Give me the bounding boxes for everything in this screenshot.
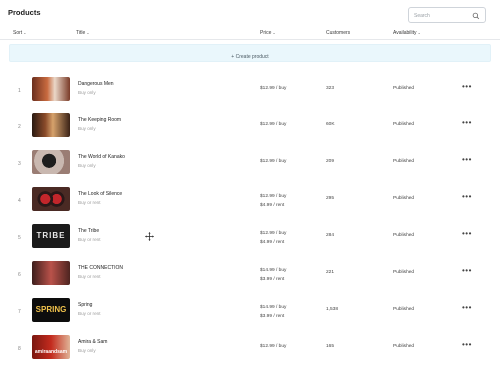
row-number: 4 xyxy=(18,198,21,204)
product-row[interactable]: 4 The Look of Silence Buy or rent $12.99… xyxy=(0,182,500,218)
product-thumbnail[interactable] xyxy=(32,187,70,211)
product-thumbnail[interactable] xyxy=(32,261,70,285)
availability-status: Published xyxy=(393,159,415,164)
price-buy: $12.99 / buy xyxy=(260,86,287,91)
availability-status: Published xyxy=(393,196,415,201)
availability-status: Published xyxy=(393,86,415,91)
product-thumbnail[interactable] xyxy=(32,77,70,101)
price-buy: $14.99 / buy xyxy=(260,305,287,310)
row-number: 5 xyxy=(18,235,21,241)
purchase-type: Buy or rent xyxy=(78,311,101,316)
product-thumbnail[interactable] xyxy=(32,113,70,137)
customers-count: 165 xyxy=(326,344,335,349)
more-options-icon[interactable]: ••• xyxy=(462,83,476,92)
product-title[interactable]: Spring xyxy=(78,302,92,308)
product-title[interactable]: The Look of Silence xyxy=(78,191,122,197)
availability-status: Published xyxy=(393,344,415,349)
table-header: Sort⌄ Title⌄ Price⌄ Customers Availabili… xyxy=(0,26,500,40)
product-row[interactable]: 2 The Keeping Room Buy only $12.99 / buy… xyxy=(0,108,500,144)
price-rent: $4.99 / rent xyxy=(260,240,285,245)
sort-column-header[interactable]: Sort⌄ xyxy=(13,30,27,36)
chevron-down-icon: ⌄ xyxy=(272,30,276,35)
price-column-header[interactable]: Price⌄ xyxy=(260,30,276,36)
row-number: 3 xyxy=(18,161,21,167)
purchase-type: Buy only xyxy=(78,163,96,168)
row-number: 6 xyxy=(18,272,21,278)
move-cursor-icon xyxy=(145,232,154,241)
more-options-icon[interactable]: ••• xyxy=(462,156,476,165)
customers-column-header: Customers xyxy=(326,30,351,36)
purchase-type: Buy or rent xyxy=(78,274,101,279)
price-buy: $12.99 / buy xyxy=(260,194,287,199)
chevron-down-icon: ⌄ xyxy=(86,30,90,35)
purchase-type: Buy or rent xyxy=(78,200,101,205)
customers-count: 209 xyxy=(326,159,335,164)
product-thumbnail[interactable]: TRIBE xyxy=(32,224,70,248)
availability-status: Published xyxy=(393,233,415,238)
purchase-type: Buy only xyxy=(78,348,96,353)
chevron-down-icon: ⌄ xyxy=(23,30,27,35)
title-column-header[interactable]: Title⌄ xyxy=(76,30,90,36)
price-buy: $12.99 / buy xyxy=(260,159,287,164)
product-row[interactable]: 7 SPRING Spring Buy or rent $14.99 / buy… xyxy=(0,293,500,329)
price-buy: $14.99 / buy xyxy=(260,268,287,273)
price-rent: $4.99 / rent xyxy=(260,203,285,208)
availability-status: Published xyxy=(393,270,415,275)
price-buy: $12.99 / buy xyxy=(260,122,287,127)
price-rent: $3.99 / rent xyxy=(260,277,285,282)
customers-count: 221 xyxy=(326,270,335,275)
more-options-icon[interactable]: ••• xyxy=(462,267,476,276)
product-row[interactable]: 6 THE CONNECTION Buy or rent $14.99 / bu… xyxy=(0,256,500,292)
more-options-icon[interactable]: ••• xyxy=(462,341,476,350)
create-product-button[interactable]: + Create product xyxy=(9,44,491,62)
price-buy: $12.99 / buy xyxy=(260,344,287,349)
customers-count: 60K xyxy=(326,122,335,127)
row-number: 2 xyxy=(18,124,21,130)
product-row[interactable]: 5 TRIBE The Tribe Buy or rent $12.99 / b… xyxy=(0,219,500,255)
more-options-icon[interactable]: ••• xyxy=(462,230,476,239)
product-thumbnail[interactable]: SPRING xyxy=(32,298,70,322)
thumbnail-logo-text: amiraandsam xyxy=(34,349,68,355)
product-row[interactable]: 1 Dangerous Men Buy only $12.99 / buy 32… xyxy=(0,72,500,108)
more-options-icon[interactable]: ••• xyxy=(462,193,476,202)
product-title[interactable]: The World of Kanako xyxy=(78,154,125,160)
availability-column-header[interactable]: Availability⌄ xyxy=(393,30,421,36)
customers-count: 1,538 xyxy=(326,307,339,312)
page-title: Products xyxy=(8,8,41,17)
product-thumbnail[interactable] xyxy=(32,150,70,174)
purchase-type: Buy only xyxy=(78,126,96,131)
product-title[interactable]: THE CONNECTION xyxy=(78,265,123,271)
thumbnail-logo-text: TRIBE xyxy=(36,231,66,240)
search-input[interactable] xyxy=(414,11,470,20)
product-title[interactable]: The Tribe xyxy=(78,228,99,234)
product-title[interactable]: Dangerous Men xyxy=(78,81,114,87)
purchase-type: Buy or rent xyxy=(78,237,101,242)
more-options-icon[interactable]: ••• xyxy=(462,304,476,313)
product-row[interactable]: 8 amiraandsam Amira & Sam Buy only $12.9… xyxy=(0,330,500,366)
purchase-type: Buy only xyxy=(78,90,96,95)
row-number: 7 xyxy=(18,309,21,315)
more-options-icon[interactable]: ••• xyxy=(462,119,476,128)
chevron-down-icon: ⌄ xyxy=(417,30,421,35)
thumbnail-logo-text: SPRING xyxy=(35,305,67,314)
search-icon[interactable] xyxy=(472,12,480,20)
customers-count: 323 xyxy=(326,86,335,91)
row-number: 1 xyxy=(18,88,21,94)
customers-count: 295 xyxy=(326,196,335,201)
product-row[interactable]: 3 The World of Kanako Buy only $12.99 / … xyxy=(0,145,500,181)
price-rent: $3.99 / rent xyxy=(260,314,285,319)
row-number: 8 xyxy=(18,346,21,352)
product-title[interactable]: The Keeping Room xyxy=(78,117,121,123)
availability-status: Published xyxy=(393,122,415,127)
search-box[interactable] xyxy=(408,7,486,23)
availability-status: Published xyxy=(393,307,415,312)
product-title[interactable]: Amira & Sam xyxy=(78,339,107,345)
product-thumbnail[interactable]: amiraandsam xyxy=(32,335,70,359)
price-buy: $12.99 / buy xyxy=(260,231,287,236)
customers-count: 284 xyxy=(326,233,335,238)
